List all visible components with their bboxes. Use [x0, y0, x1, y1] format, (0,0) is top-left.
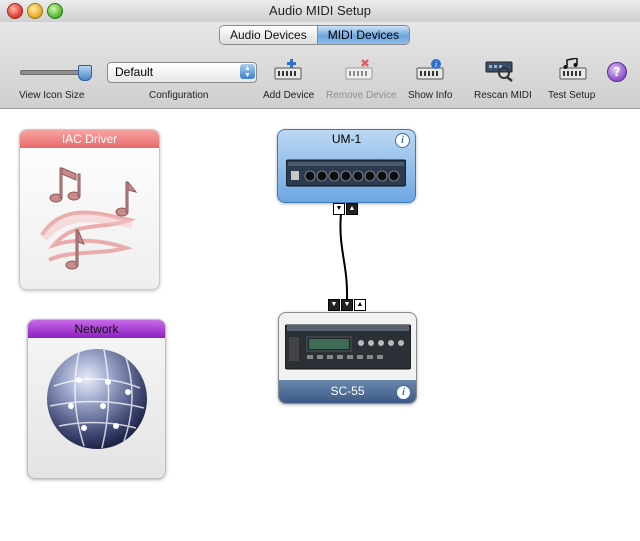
help-button[interactable]: ?	[607, 62, 627, 82]
title-bar[interactable]: Audio MIDI Setup	[0, 0, 640, 23]
sc55-port-3[interactable]: ▲	[354, 299, 366, 311]
add-device-icon[interactable]	[273, 58, 303, 82]
configuration-label: Configuration	[149, 90, 209, 101]
tab-midi-devices[interactable]: MIDI Devices	[317, 26, 410, 44]
view-icon-size-label: View Icon Size	[19, 90, 85, 101]
tab-audio-devices[interactable]: Audio Devices	[220, 26, 318, 44]
configuration-popup[interactable]: Default ▲ ▼	[107, 62, 257, 83]
sc55-device[interactable]: SC-55 i	[278, 312, 417, 404]
view-icon-size-slider-thumb[interactable]	[78, 65, 92, 81]
rescan-midi-icon[interactable]	[484, 58, 516, 82]
remove-device-label: Remove Device	[326, 90, 397, 101]
device-type-tabs: Audio Devices MIDI Devices	[219, 25, 411, 45]
svg-text:i: i	[435, 60, 437, 69]
network-name: Network	[28, 320, 165, 338]
audio-midi-setup-window: Audio MIDI Setup Audio Devices MIDI Devi…	[0, 0, 640, 541]
sc55-port-1[interactable]: ▼	[328, 299, 340, 311]
sc55-synth-image	[285, 324, 411, 370]
iac-driver-name: IAC Driver	[20, 130, 159, 148]
network-device[interactable]: Network	[27, 319, 166, 479]
um1-device[interactable]: UM-1 i	[277, 129, 416, 203]
network-globe-icon	[47, 349, 147, 449]
toolbar: Audio Devices MIDI Devices View Icon Siz…	[0, 22, 640, 109]
window-title: Audio MIDI Setup	[269, 3, 371, 18]
midi-device-canvas[interactable]: IAC Driver Network UM-1 i ▼ ▲ ▼ ▼ ▲ SC-5…	[0, 109, 640, 541]
remove-device-icon	[345, 59, 373, 80]
show-info-icon[interactable]: i	[415, 58, 445, 82]
um1-info-button[interactable]: i	[395, 133, 410, 148]
um1-out-port[interactable]: ▼	[333, 203, 345, 215]
test-setup-label[interactable]: Test Setup	[548, 90, 595, 101]
iac-driver-device[interactable]: IAC Driver	[19, 129, 160, 290]
test-setup-icon[interactable]	[558, 58, 588, 82]
view-icon-size-slider-track[interactable]	[20, 70, 86, 75]
rescan-midi-label[interactable]: Rescan MIDI	[474, 90, 532, 101]
add-device-label[interactable]: Add Device	[263, 90, 314, 101]
sc55-port-2[interactable]: ▼	[341, 299, 353, 311]
um1-interface-image	[286, 159, 406, 187]
music-notes-icon	[40, 167, 138, 270]
um1-in-port[interactable]: ▲	[346, 203, 358, 215]
sc55-info-button[interactable]: i	[396, 385, 411, 400]
configuration-value: Default	[115, 65, 154, 79]
popup-arrows-icon: ▲ ▼	[240, 64, 255, 79]
show-info-label[interactable]: Show Info	[408, 90, 452, 101]
